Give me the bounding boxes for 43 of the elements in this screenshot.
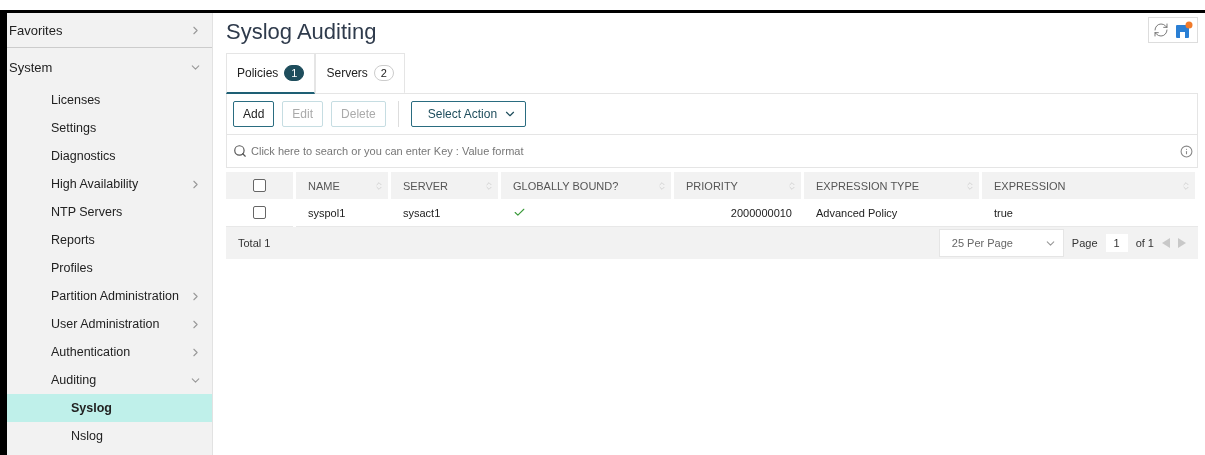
count-badge: 2 [373,65,394,81]
toolbar-button[interactable]: Add [233,101,275,127]
sidebar-section-header[interactable]: System [7,48,212,86]
search-field[interactable]: Click here to search or you can enter Key : Value format [226,135,1198,168]
tab-label: Servers [326,66,368,80]
total-count: Total 1 [238,237,271,249]
tab[interactable]: Policies 1 [226,53,316,94]
info-icon[interactable] [1180,144,1193,158]
column-header[interactable]: EXPRESSION [982,172,1195,199]
count-badge: 1 [284,65,305,81]
search-placeholder: Click here to search or you can enter Key : Value format [251,145,525,157]
column-header[interactable]: EXPRESSION TYPE [804,172,979,199]
sidebar-item[interactable]: User Administration [7,310,212,338]
column-header[interactable]: GLOBALLY BOUND? [501,172,671,199]
sidebar-item[interactable]: NTP Servers [7,198,212,226]
page-input[interactable]: 1 [1105,234,1128,252]
sidebar-item[interactable]: Settings [7,114,212,142]
save-icon[interactable] [1175,21,1193,39]
tab-label: Policies [237,66,279,80]
sidebar-item[interactable]: Authentication [7,338,212,366]
column-header[interactable]: NAME [296,172,388,199]
sidebar-item[interactable]: Profiles [7,254,212,282]
sidebar-item[interactable]: Reports [7,226,212,254]
refresh-icon[interactable] [1153,22,1169,38]
checkbox[interactable] [253,206,266,219]
per-page-dropdown[interactable]: 25 Per Page [938,229,1064,257]
search-icon [233,144,247,158]
column-header[interactable]: PRIORITY [674,172,801,199]
tab[interactable]: Servers 2 [315,53,405,94]
sidebar-item[interactable]: High Availability [7,170,212,198]
page-title: Syslog Auditing [226,19,377,45]
sidebar-item[interactable]: Partition Administration [7,282,212,310]
column-header[interactable]: SERVER [391,172,498,199]
sidebar-section-header[interactable]: Favorites [7,13,212,48]
sidebar-item[interactable]: Licenses [7,86,212,114]
page-total: of 1 [1135,237,1154,249]
sidebar-item[interactable]: Syslog [7,394,212,422]
sidebar-item[interactable]: Diagnostics [7,142,212,170]
sidebar-item[interactable]: Auditing [7,366,212,394]
page-label: Page [1071,237,1098,249]
sidebar-item[interactable]: Nslog [7,422,212,450]
checkbox[interactable] [253,179,266,192]
select-action-dropdown[interactable]: Select Action [410,101,527,127]
